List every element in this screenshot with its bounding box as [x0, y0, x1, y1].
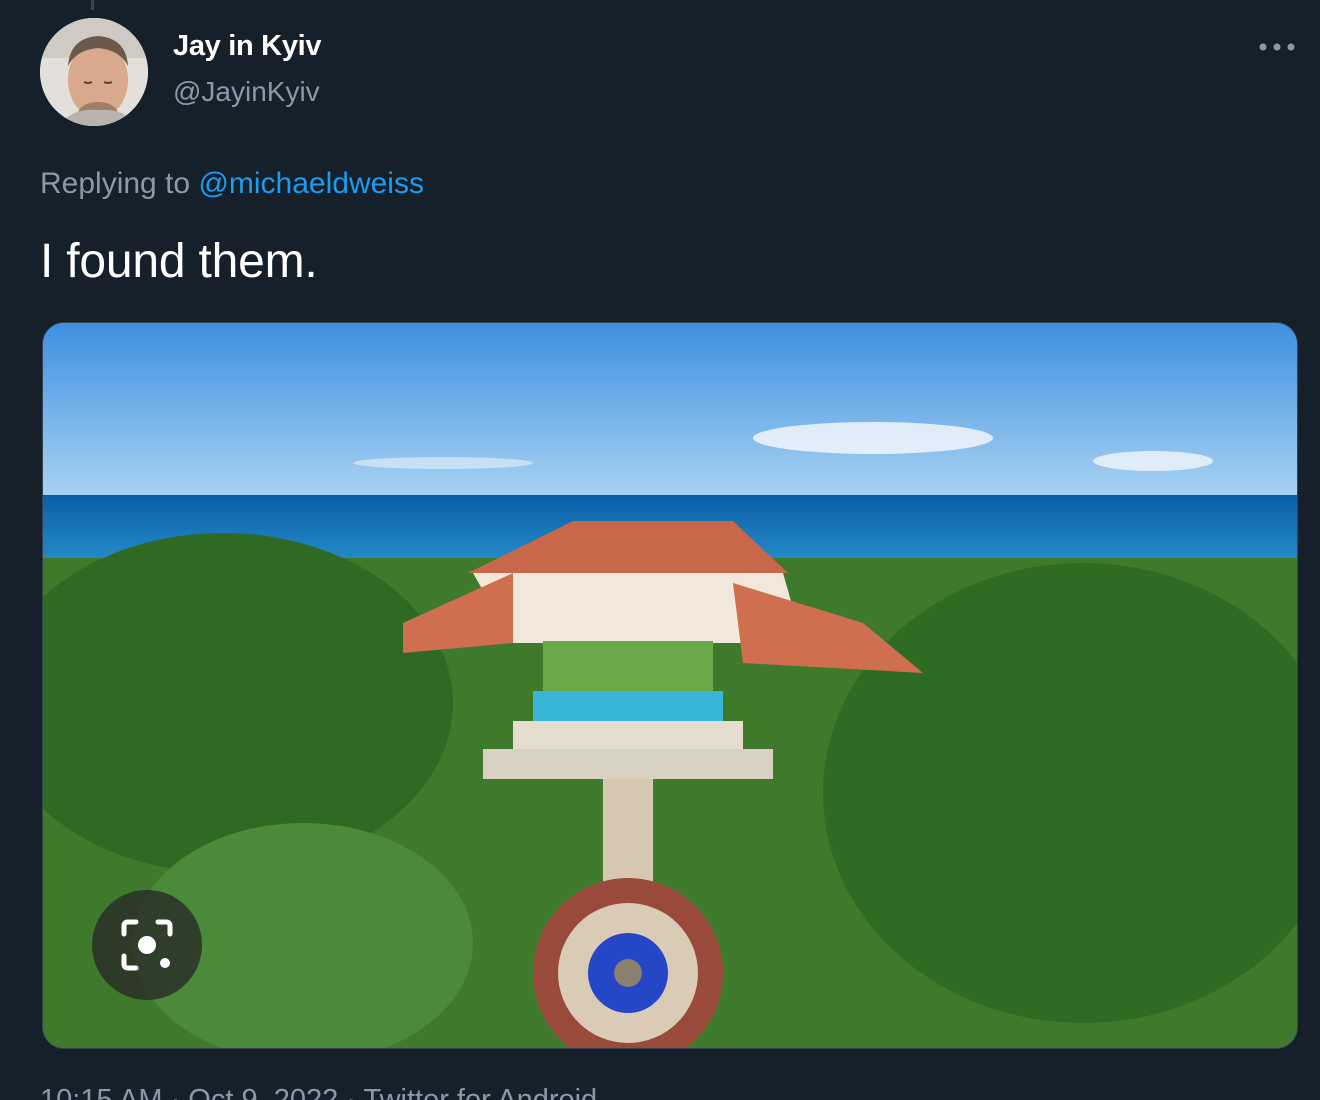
reply-mention-link[interactable]: @michaeldweiss: [198, 167, 424, 200]
tweet-text: I found them.: [40, 235, 318, 288]
tweet: Jay in Kyiv @JayinKyiv Replying to @mich…: [0, 0, 1320, 1100]
display-name[interactable]: Jay in Kyiv: [173, 30, 322, 63]
more-options-icon: [1259, 43, 1295, 51]
tweet-timestamp[interactable]: 10:15 AM · Oct 9, 2022 · Twitter for And…: [40, 1084, 597, 1100]
handle[interactable]: @JayinKyiv: [173, 76, 320, 108]
visual-search-button[interactable]: [92, 890, 202, 1000]
more-options-button[interactable]: [1252, 30, 1302, 64]
avatar-photo: [40, 18, 148, 126]
avatar[interactable]: [40, 18, 148, 126]
tweet-media-image[interactable]: [42, 322, 1298, 1049]
visual-search-icon: [121, 919, 173, 971]
reply-prefix: Replying to: [40, 167, 199, 200]
aerial-mansion-photo: [43, 323, 1297, 1048]
reply-context: Replying to @michaeldweiss: [40, 167, 424, 201]
thread-line: [91, 0, 94, 10]
